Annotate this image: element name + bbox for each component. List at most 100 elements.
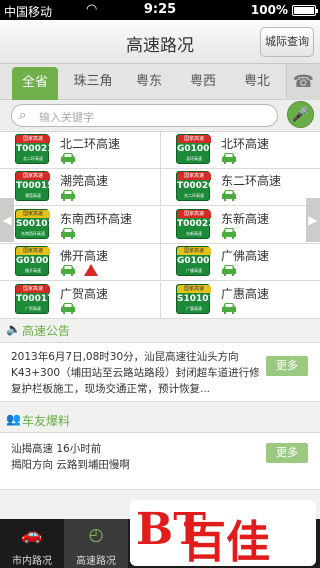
road-name: 广惠高速 <box>221 286 270 301</box>
badge-band: 国家高速 <box>16 247 50 256</box>
badge-band: 国家高速 <box>16 135 50 143</box>
road-name: 北环高速 <box>221 137 270 151</box>
microphone-icon[interactable]: 🎤 <box>287 101 314 128</box>
tabbar-item[interactable]: ◴ 高速路况 <box>64 519 128 568</box>
car-icon: 🚗 <box>21 525 43 545</box>
road-code-sub: 北环高速 <box>186 156 202 161</box>
reports-line-1: 汕揭高速 16小时前 <box>11 443 102 455</box>
prev-page-arrow-icon[interactable]: ◀ <box>0 198 14 242</box>
speaker-icon: 🔈 <box>6 322 21 336</box>
road-code: T00015 <box>16 181 54 192</box>
road-cell[interactable]: 国家高速 S10101 广惠高速 广惠高速 <box>160 281 320 319</box>
road-code-sub: 广佛高速 <box>186 268 202 274</box>
road-grid: 国家高速 T00021 北二环高速 北二环高速 国家高速 G01006 北环高速 北环高速 国家… <box>0 131 320 319</box>
road-cell[interactable]: 国家高速 T00020 东二环高速 东二环高速 <box>160 169 320 207</box>
car-status-icon <box>61 190 75 202</box>
road-name: 东二环高速 <box>221 174 282 189</box>
road-code: G01007 <box>177 256 216 267</box>
road-code-sub: 东新高速 <box>186 230 202 236</box>
road-name: 北二环高速 <box>60 137 121 151</box>
search-input[interactable]: ⌕ 输入关键字 <box>11 104 278 127</box>
road-cell[interactable]: 国家高速 T00021 北二环高速 北二环高速 <box>0 132 160 169</box>
badge-band: 国家高速 <box>177 284 211 293</box>
road-code: T00021 <box>16 144 54 154</box>
road-code: T00020 <box>177 181 215 192</box>
road-name: 广佛高速 <box>221 249 270 264</box>
badge-band: 国家高速 <box>177 135 211 143</box>
road-code-sub: 广惠高速 <box>186 305 202 311</box>
car-status-icon <box>222 153 236 164</box>
tabbar-label: 高速路况 <box>76 556 116 567</box>
reports-more-button[interactable]: 更多 <box>266 443 308 463</box>
road-code-sub: 广贺高速 <box>25 305 41 311</box>
battery-percent: 100% <box>250 3 288 17</box>
tab-north[interactable]: 粤北 <box>228 64 286 100</box>
car-status-icon <box>61 302 75 314</box>
road-code-badge: 国家高速 S00101 东南西环高速 <box>15 208 54 239</box>
road-code-badge: 国家高速 T00022 东新高速 <box>176 208 215 239</box>
road-code: T00022 <box>177 218 215 229</box>
road-code-badge: 国家高速 G01008 佛开高速 <box>15 246 55 277</box>
road-cell[interactable]: 国家高速 T00022 东新高速 东新高速 <box>160 206 320 244</box>
tabbar-item[interactable]: 🚗 市内路况 <box>0 519 64 568</box>
car-status-icon <box>222 227 236 239</box>
road-name: 广贺高速 <box>60 286 109 301</box>
reports-card[interactable]: 汕揭高速 16小时前 揭阳方向 云路到埔田慢啊 更多 <box>0 432 320 490</box>
road-cell[interactable]: 国家高速 G01006 北环高速 北环高速 <box>160 132 320 169</box>
road-cell[interactable]: 国家高速 T00017 广贺高速 广贺高速 <box>0 282 160 319</box>
search-icon: ⌕ <box>19 108 27 123</box>
road-name: 东南西环高速 <box>60 211 133 226</box>
badge-band: 国家高速 <box>16 209 50 218</box>
users-icon: 👥 <box>6 412 21 426</box>
road-name: 东新高速 <box>221 211 270 226</box>
next-page-arrow-icon[interactable]: ▶ <box>306 198 320 242</box>
road-code: G01006 <box>177 144 216 154</box>
road-code-badge: 国家高速 T00017 广贺高速 <box>15 283 54 314</box>
announcement-header: 🔈 高速公告 <box>0 318 320 342</box>
reports-title: 车友爆料 <box>22 414 71 428</box>
watermark-logo: BT 百佳 <box>130 500 316 568</box>
car-status-icon <box>61 153 75 164</box>
search-row: ⌕ 输入关键字 🎤 <box>0 100 320 130</box>
road-cell[interactable]: 国家高速 G01008 佛开高速 佛开高速 <box>0 244 160 282</box>
road-code-sub: 潮莞高速 <box>25 193 41 199</box>
road-code-badge: 国家高速 G01006 北环高速 <box>176 134 216 164</box>
tab-all[interactable]: 全省 <box>12 67 58 100</box>
badge-band: 国家高速 <box>177 247 211 256</box>
road-code: S00101 <box>16 218 54 229</box>
announcement-title: 高速公告 <box>22 324 71 338</box>
intercity-query-button[interactable]: 城际查询 <box>260 27 314 57</box>
tab-east[interactable]: 粤东 <box>120 64 178 100</box>
car-status-icon <box>222 190 236 202</box>
badge-band: 国家高速 <box>16 172 50 181</box>
car-status-icon <box>222 265 236 277</box>
road-code-badge: 国家高速 T00020 东二环高速 <box>176 171 215 202</box>
announcement-card[interactable]: 2013年6月7日,08时30分，汕昆高速往汕头方向K43+300（埔田站至云路… <box>0 342 320 402</box>
road-cell[interactable]: 国家高速 T00015 潮莞高速 潮莞高速 <box>0 169 160 207</box>
road-code-sub: 东南西环高速 <box>21 230 45 236</box>
road-code-badge: 国家高速 T00015 潮莞高速 <box>15 171 54 202</box>
road-cell[interactable]: 国家高速 S00101 东南西环高速 东南西环高速 <box>0 207 160 244</box>
road-name: 潮莞高速 <box>60 174 109 189</box>
nav-bar: 高速路况 城际查询 <box>0 20 320 64</box>
reports-line-2: 揭阳方向 云路到埔田慢啊 <box>11 459 130 471</box>
tabbar-label: 市内路况 <box>12 556 52 567</box>
badge-band: 国家高速 <box>16 284 50 293</box>
phone-icon[interactable]: ☎ <box>286 64 320 100</box>
road-cell[interactable]: 国家高速 G01007 广佛高速 广佛高速 <box>160 244 320 282</box>
battery-icon <box>292 5 318 16</box>
road-code-sub: 佛开高速 <box>25 268 41 274</box>
badge-band: 国家高速 <box>177 209 211 218</box>
tab-west[interactable]: 粤西 <box>174 64 232 100</box>
road-code: S10101 <box>177 293 215 304</box>
warning-icon <box>84 264 98 277</box>
road-code-badge: 国家高速 T00021 北二环高速 <box>15 134 54 164</box>
tab-pearl-river-delta[interactable]: 珠三角 <box>64 64 122 100</box>
speedometer-icon: ◴ <box>88 525 104 545</box>
car-status-icon <box>222 302 236 314</box>
announcement-more-button[interactable]: 更多 <box>266 356 308 376</box>
road-code-sub: 北二环高速 <box>23 156 43 161</box>
road-code-badge: 国家高速 G01007 广佛高速 <box>176 246 216 277</box>
road-code: G01008 <box>16 256 55 267</box>
road-code: T00017 <box>16 293 54 304</box>
